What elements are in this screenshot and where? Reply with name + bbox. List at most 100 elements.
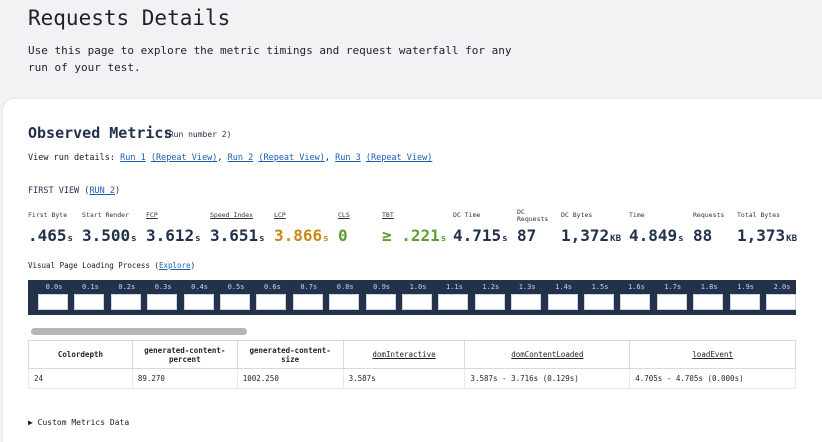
frame-thumbnail[interactable] [292, 294, 323, 310]
first-view-heading: FIRST VIEW (RUN 2) [28, 186, 121, 196]
filmstrip-frame[interactable]: 1.1s [436, 280, 469, 315]
filmstrip-frame[interactable]: 1.4s [546, 280, 578, 315]
run-3-link[interactable]: Run 3 [335, 153, 361, 163]
filmstrip-frame[interactable]: 1.0s [400, 280, 432, 315]
run-1-repeat-link[interactable]: (Repeat View) [151, 153, 218, 163]
frame-thumbnail[interactable] [584, 294, 614, 310]
filmstrip[interactable]: 0.0s 0.1s 0.2s 0.3s 0.4s 0.5s 0.6s 0.7s 0.8s 0.9s… [28, 280, 796, 315]
metric-number: 3.866 [274, 226, 323, 245]
metric-value: ≥ .221s [382, 226, 446, 245]
run-2-link[interactable]: Run 2 [228, 153, 254, 163]
metric-number: 1,373 [737, 226, 786, 245]
filmstrip-frame[interactable]: 1.2s [473, 280, 505, 315]
first-view-label: FIRST VIEW [28, 186, 80, 196]
filmstrip-frame[interactable]: 2.0s [764, 280, 796, 315]
frame-thumbnail[interactable] [256, 294, 287, 310]
metric-value: 1,373KB [737, 226, 797, 245]
filmstrip-frame[interactable]: 0.3s [145, 280, 178, 315]
filmstrip-frame[interactable]: 1.6s [618, 280, 651, 315]
table-row: 24 89.270 1002.250 3.587s 3.587s - 3.716… [28, 368, 796, 389]
frame-thumbnail[interactable] [329, 294, 360, 310]
filmstrip-frame[interactable]: 0.8s [327, 280, 360, 315]
frame-thumbnail[interactable] [620, 294, 651, 310]
metric-value: .465s [28, 226, 73, 245]
metric-unit: s [440, 234, 447, 244]
scrollbar-thumb[interactable] [31, 328, 247, 335]
frame-thumbnail[interactable] [547, 294, 578, 310]
filmstrip-frame[interactable]: 1.9s [728, 280, 760, 315]
frame-thumbnail[interactable] [183, 294, 214, 310]
frame-time-label: 2.0s [773, 283, 791, 291]
frame-time-label: 0.4s [191, 283, 209, 291]
run-2-repeat-link[interactable]: (Repeat View) [258, 153, 325, 163]
metric-label: FCP [146, 211, 158, 219]
filmstrip-frame[interactable]: 0.1s [72, 280, 105, 315]
metric-label: DC Time [453, 211, 481, 219]
metric-value: 4.715s [453, 226, 508, 245]
frame-thumbnail[interactable] [365, 294, 396, 310]
frame-thumbnail[interactable] [220, 294, 250, 310]
frame-thumbnail[interactable] [693, 294, 724, 310]
filmstrip-frame[interactable]: 1.5s [582, 280, 614, 315]
filmstrip-frame[interactable]: 0.4s [182, 280, 214, 315]
column-header[interactable]: loadEvent [629, 340, 796, 369]
metric-number: 4.715 [453, 226, 502, 245]
column-header: Colordepth [28, 340, 133, 369]
explore-link[interactable]: Explore [159, 261, 191, 270]
frame-time-label: 0.1s [81, 283, 99, 291]
frame-thumbnail[interactable] [511, 294, 542, 310]
custom-metrics-toggle[interactable]: ▶ Custom Metrics Data [28, 418, 129, 427]
run-1-link[interactable]: Run 1 [120, 153, 146, 163]
metric-unit: s [259, 234, 265, 244]
frame-time-label: 0.0s [45, 283, 63, 291]
filmstrip-frame[interactable]: 1.3s [509, 280, 542, 315]
run-number: (Run number 2) [164, 130, 232, 139]
metric-value: 3.612s [146, 226, 201, 245]
frame-time-label: 0.5s [227, 283, 245, 291]
first-view-run-link[interactable]: RUN 2 [89, 186, 115, 196]
horizontal-scrollbar[interactable] [28, 326, 796, 336]
metric-unit: KB [610, 234, 622, 244]
table-cell: 4.705s - 4.705s (0.000s) [629, 368, 796, 389]
column-header[interactable]: domInteractive [342, 340, 466, 369]
metric-label: Time [629, 211, 645, 219]
column-header[interactable]: domContentLoaded [464, 340, 631, 369]
frame-thumbnail[interactable] [38, 294, 68, 310]
frame-time-label: 0.7s [300, 283, 318, 291]
frame-thumbnail[interactable] [729, 294, 760, 310]
run-details: View run details: Run 1 (Repeat View), R… [28, 153, 433, 163]
filmstrip-frame[interactable]: 0.7s [291, 280, 323, 315]
metric-unit: s [195, 234, 201, 244]
metric-label: Speed Index [210, 211, 254, 219]
frame-thumbnail[interactable] [766, 294, 796, 310]
metric-label: Start Render [82, 211, 129, 219]
metric-number: 0 [338, 226, 348, 245]
filmstrip-frame[interactable]: 0.5s [218, 280, 250, 315]
metric-value: 1,372KB [561, 226, 621, 245]
filmstrip-frame[interactable]: 0.0s [36, 280, 68, 315]
frame-thumbnail[interactable] [438, 294, 469, 310]
metric-number: 4.849 [629, 226, 678, 245]
metric-label: TBT [382, 211, 394, 219]
frame-thumbnail[interactable] [74, 294, 105, 310]
table-cell: 1002.250 [236, 368, 344, 389]
run-3-repeat-link[interactable]: (Repeat View) [366, 153, 433, 163]
section-title: Observed Metrics [28, 124, 173, 142]
metric-unit: s [323, 234, 329, 244]
metric-value: 4.849s [629, 226, 684, 245]
filmstrip-frame[interactable]: 0.2s [109, 280, 141, 315]
filmstrip-frame[interactable]: 0.9s [364, 280, 396, 315]
frame-thumbnail[interactable] [474, 294, 505, 310]
frame-thumbnail[interactable] [656, 294, 687, 310]
filmstrip-frame[interactable]: 1.7s [655, 280, 687, 315]
filmstrip-frame[interactable]: 1.8s [691, 280, 724, 315]
metric-label: DC Bytes [561, 211, 593, 219]
filmstrip-frame[interactable]: 0.6s [254, 280, 287, 315]
metric-number: 88 [693, 226, 713, 245]
frame-thumbnail[interactable] [147, 294, 178, 310]
metric-value: 88 [693, 226, 712, 245]
visual-loading-label: Visual Page Loading Process (Explore) [28, 261, 196, 270]
frame-thumbnail[interactable] [402, 294, 432, 310]
frame-time-label: 1.3s [518, 283, 536, 291]
frame-thumbnail[interactable] [110, 294, 141, 310]
